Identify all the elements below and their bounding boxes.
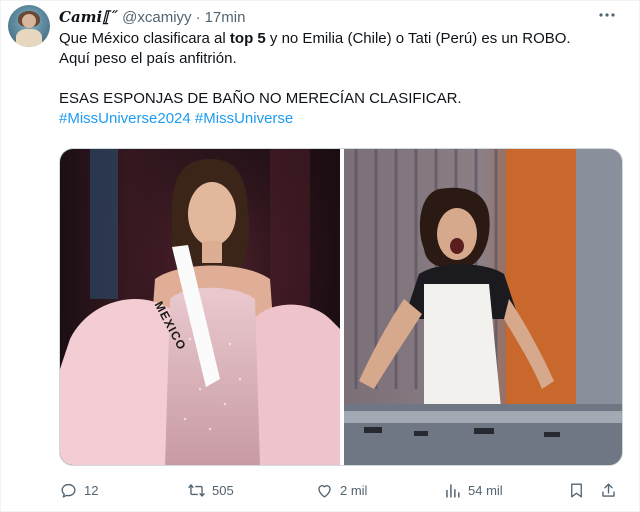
tweet-header: Cami⟦˝ @xcamiyy · 17min — [59, 7, 245, 27]
media-photo-left[interactable]: MEXICO — [60, 149, 340, 465]
reply-count: 12 — [84, 482, 99, 498]
more-icon[interactable] — [597, 5, 617, 25]
bookmark-button[interactable] — [567, 479, 592, 501]
like-button[interactable]: 2 mil — [315, 479, 367, 501]
views-count: 54 mil — [468, 482, 503, 498]
tweet-line-1: Que México clasificara al top 5 y no Emi… — [59, 30, 571, 47]
hashtags: #MissUniverse2024 #MissUniverse — [59, 109, 629, 129]
hashtag-link[interactable]: #MissUniverse — [195, 110, 293, 127]
tweet-media[interactable]: MEXICO — [59, 148, 623, 466]
repost-button[interactable]: 505 — [187, 479, 234, 501]
like-count: 2 mil — [340, 482, 368, 498]
media-photo-right[interactable] — [344, 149, 622, 465]
share-button[interactable] — [599, 479, 624, 501]
hashtag-link[interactable]: #MissUniverse2024 — [59, 110, 191, 127]
avatar[interactable] — [8, 5, 50, 47]
tweet-line-3: ESAS ESPONJAS DE BAÑO NO MERECÍAN CLASIF… — [59, 90, 462, 107]
tweet-line-2: Aquí peso el país anfitrión. — [59, 50, 237, 67]
tweet-text: Que México clasificara al top 5 y no Emi… — [59, 29, 629, 129]
views-icon — [446, 483, 460, 498]
repost-icon — [188, 483, 205, 497]
share-icon — [602, 482, 615, 497]
separator-dot: · — [195, 8, 201, 26]
tweet-card[interactable]: Cami⟦˝ @xcamiyy · 17min Que México clasi… — [0, 0, 640, 512]
like-icon — [318, 484, 331, 498]
display-name[interactable]: Cami⟦˝ — [59, 8, 117, 26]
user-handle[interactable]: @xcamiyy — [122, 9, 191, 26]
reply-icon — [61, 483, 76, 498]
repost-count: 505 — [212, 482, 234, 498]
action-bar: 12 505 2 mil 54 mil — [59, 479, 629, 501]
bookmark-icon — [571, 482, 582, 498]
views-button[interactable]: 54 mil — [443, 479, 503, 501]
reply-button[interactable]: 12 — [59, 479, 98, 501]
timestamp[interactable]: 17min — [205, 9, 246, 26]
bold-text: top 5 — [229, 30, 266, 47]
